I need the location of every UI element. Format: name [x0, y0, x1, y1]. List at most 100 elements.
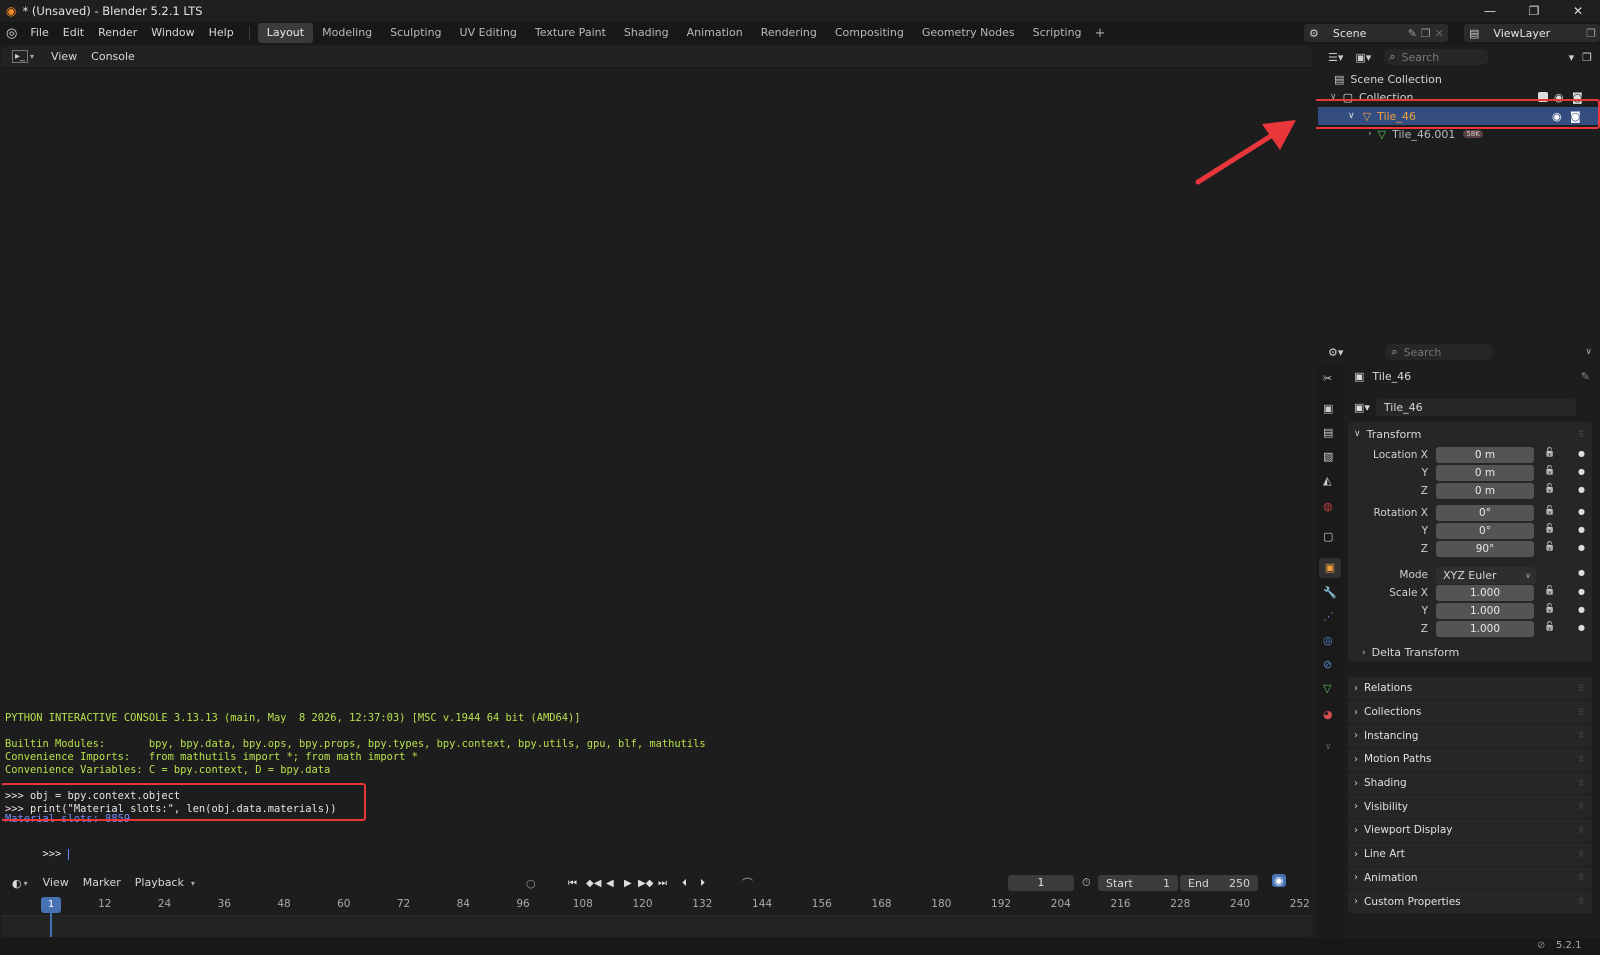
outliner-editor[interactable]: ☰▾ ▣▾ ⌕ Search ▾ ❐ ▤ Scene Collection ∨ … — [1316, 46, 1600, 336]
workspace-tab-modeling[interactable]: Modeling — [313, 23, 381, 43]
location-z-field[interactable]: 0 m — [1436, 483, 1534, 499]
keyframe-dot-icon[interactable]: ● — [1578, 568, 1585, 577]
new-viewlayer-icon[interactable]: ❐ — [1586, 27, 1596, 40]
lock-icon[interactable]: 🔓 — [1544, 484, 1555, 494]
workspace-tab-layout[interactable]: Layout — [257, 23, 314, 43]
object-name-field[interactable]: Tile_46 — [1375, 398, 1576, 416]
new-scene-icon[interactable]: ❐ — [1421, 27, 1431, 40]
transform-panel-header[interactable]: ∨ Transform ⠿ — [1348, 422, 1592, 446]
lock-icon[interactable]: 🔓 — [1544, 622, 1555, 632]
prev-frame-icon[interactable]: ⏴ — [682, 878, 687, 889]
workspace-tab-uv-editing[interactable]: UV Editing — [451, 23, 526, 43]
playhead-line[interactable] — [50, 909, 52, 937]
panel-custom-properties[interactable]: › Custom Properties ⠿ — [1348, 889, 1592, 913]
panel-collections[interactable]: › Collections ⠿ — [1348, 699, 1592, 724]
menu-file[interactable]: File — [23, 22, 55, 44]
timeline-editor-icon[interactable]: ◐ — [12, 877, 22, 890]
scene-tab-icon[interactable]: ◭ — [1323, 474, 1331, 487]
chevron-right-icon[interactable]: › — [1368, 129, 1372, 139]
location-y-field[interactable]: 0 m — [1436, 465, 1534, 481]
workspace-tab-shading[interactable]: Shading — [615, 23, 678, 43]
menu-window[interactable]: Window — [144, 22, 201, 44]
pin-icon[interactable]: ✎ — [1408, 27, 1417, 40]
timeline-menu-playback[interactable]: Playback — [128, 872, 191, 894]
jump-start-icon[interactable]: ⏮ — [568, 878, 577, 889]
outliner-search-input[interactable]: ⌕ Search — [1383, 49, 1490, 65]
python-console-editor[interactable]: ▸_ ▾ View Console PYTHON INTERACTIVE CON… — [2, 46, 1312, 868]
rotation-x-field[interactable]: 0° — [1436, 505, 1534, 521]
panel-animation[interactable]: › Animation ⠿ — [1348, 865, 1592, 890]
keyframe-dot-icon[interactable]: ● — [1578, 605, 1585, 614]
render-tab-icon[interactable]: ▣ — [1323, 402, 1333, 415]
lock-icon[interactable]: 🔓 — [1544, 586, 1555, 596]
panel-shading[interactable]: › Shading ⠿ — [1348, 770, 1592, 795]
properties-editor[interactable]: ⚙▾ ⌕ Search ∨ ✂ ▣ ▤ ▧ ◭ ◍ ▢ ▣ 🔧 ⋰ ◎ ⊘ ▽ … — [1316, 340, 1600, 937]
workspace-tab-animation[interactable]: Animation — [678, 23, 752, 43]
properties-search-input[interactable]: ⌕ Search — [1385, 344, 1494, 360]
panel-visibility[interactable]: › Visibility ⠿ — [1348, 794, 1592, 819]
restore-button[interactable]: ❐ — [1512, 0, 1556, 22]
modifier-tab-icon[interactable]: 🔧 — [1323, 586, 1337, 599]
pin-icon[interactable]: ✎ — [1581, 370, 1590, 383]
output-tab-icon[interactable]: ▤ — [1323, 426, 1333, 439]
more-tabs-icon[interactable]: ∨ — [1325, 742, 1332, 752]
console-menu-view[interactable]: View — [44, 46, 84, 68]
workspace-tab-compositing[interactable]: Compositing — [826, 23, 913, 43]
properties-editor-icon[interactable]: ⚙▾ — [1328, 346, 1343, 359]
play-icon[interactable]: ▶ — [624, 878, 632, 889]
timeline-editor[interactable]: ◐ ▾ View Marker Playback ▾ ○ ⏮ ◆◀ ◀ ▶ ▶◆… — [2, 871, 1312, 937]
scale-x-field[interactable]: 1.000 — [1436, 585, 1534, 601]
particles-tab-icon[interactable]: ⋰ — [1323, 610, 1334, 623]
menu-help[interactable]: Help — [202, 22, 241, 44]
start-frame-field[interactable]: Start 1 — [1098, 875, 1178, 891]
play-reverse-icon[interactable]: ◀ — [606, 878, 614, 889]
jump-keyframe-back-icon[interactable]: ◆◀ — [586, 878, 601, 889]
lock-icon[interactable]: 🔓 — [1544, 524, 1555, 534]
drag-handle-icon[interactable]: ⠿ — [1578, 873, 1584, 882]
object-browse-icon[interactable]: ▣▾ — [1354, 401, 1370, 414]
workspace-tab-sculpting[interactable]: Sculpting — [381, 23, 450, 43]
scale-z-field[interactable]: 1.000 — [1436, 621, 1534, 637]
outliner-editor-icon[interactable]: ☰▾ — [1328, 51, 1343, 64]
keyframe-dot-icon[interactable]: ● — [1578, 623, 1585, 632]
drag-handle-icon[interactable]: ⠿ — [1578, 826, 1584, 835]
drag-handle-icon[interactable]: ⠿ — [1578, 897, 1584, 906]
menu-edit[interactable]: Edit — [56, 22, 91, 44]
drag-handle-icon[interactable]: ⠿ — [1578, 755, 1584, 764]
constraints-tab-icon[interactable]: ⊘ — [1323, 658, 1332, 671]
workspace-tab-rendering[interactable]: Rendering — [752, 23, 826, 43]
filter-icon[interactable]: ▾ — [1569, 51, 1575, 64]
outliner-row-scene-collection[interactable]: ▤ Scene Collection — [1316, 70, 1600, 88]
workspace-tab-texture-paint[interactable]: Texture Paint — [526, 23, 615, 43]
lock-icon[interactable]: 🔓 — [1544, 542, 1555, 552]
keyframe-dot-icon[interactable]: ● — [1578, 543, 1585, 552]
drag-handle-icon[interactable]: ⠿ — [1578, 850, 1584, 859]
data-tab-icon[interactable]: ▽ — [1323, 682, 1331, 695]
viewlayer-selector[interactable]: ▤ ViewLayer ❐ — [1464, 24, 1600, 42]
tool-tab-icon[interactable]: ✂ — [1323, 372, 1332, 385]
workspace-tab-scripting[interactable]: Scripting — [1024, 23, 1091, 43]
material-tab-icon[interactable]: ◕ — [1323, 708, 1333, 721]
panel-motion-paths[interactable]: › Motion Paths ⠿ — [1348, 747, 1592, 771]
jump-end-icon[interactable]: ⏭ — [658, 878, 667, 889]
physics-tab-icon[interactable]: ◎ — [1323, 634, 1333, 647]
end-frame-field[interactable]: End 250 — [1180, 875, 1258, 891]
close-button[interactable]: ✕ — [1556, 0, 1600, 22]
keyframe-dot-icon[interactable]: ● — [1578, 525, 1585, 534]
scale-y-field[interactable]: 1.000 — [1436, 603, 1534, 619]
keyframe-dot-icon[interactable]: ● — [1578, 507, 1585, 516]
timeline-menu-marker[interactable]: Marker — [76, 872, 128, 894]
blender-menu-icon[interactable]: ◎ — [6, 26, 17, 41]
panel-line-art[interactable]: › Line Art ⠿ — [1348, 841, 1592, 866]
menu-render[interactable]: Render — [91, 22, 144, 44]
panel-relations[interactable]: › Relations ⠿ — [1348, 676, 1592, 700]
keyframe-dot-icon[interactable]: ● — [1578, 485, 1585, 494]
remove-scene-icon[interactable]: ✕ — [1435, 27, 1444, 40]
lock-icon[interactable]: 🔓 — [1544, 604, 1555, 614]
rotation-z-field[interactable]: 90° — [1436, 541, 1534, 557]
drag-handle-icon[interactable]: ⠿ — [1578, 684, 1584, 693]
stopwatch-icon[interactable]: ⏱ — [1082, 876, 1091, 890]
playhead-frame-indicator[interactable]: 1 — [41, 897, 61, 913]
add-workspace-icon[interactable]: + — [1095, 26, 1106, 41]
timeline-menu-view[interactable]: View — [36, 872, 76, 894]
